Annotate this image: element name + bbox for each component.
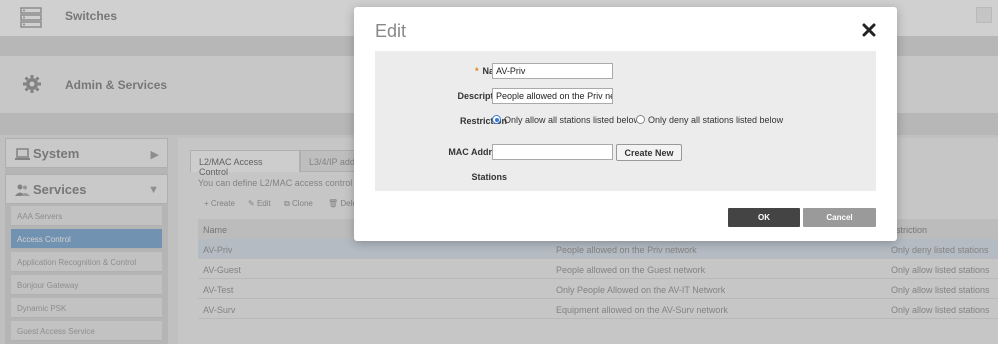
edit-form: *Name AV-Priv Description People allowed… xyxy=(375,51,876,191)
ok-button[interactable]: OK xyxy=(728,208,800,227)
name-field[interactable]: AV-Priv xyxy=(492,63,613,79)
description-field[interactable]: People allowed on the Priv net xyxy=(492,88,613,104)
radio-unselected-icon xyxy=(636,115,645,124)
stations-label: Stations xyxy=(471,172,507,182)
required-marker: * xyxy=(474,66,479,76)
mac-address-field[interactable] xyxy=(492,144,613,160)
radio-deny-listed[interactable]: Only deny all stations listed below xyxy=(636,115,783,125)
create-new-button[interactable]: Create New xyxy=(616,144,682,161)
radio-deny-label: Only deny all stations listed below xyxy=(648,115,784,125)
radio-allow-listed[interactable]: Only allow all stations listed below xyxy=(492,115,640,125)
radio-allow-label: Only allow all stations listed below xyxy=(504,115,641,125)
cancel-button[interactable]: Cancel xyxy=(803,208,876,227)
dialog-title: Edit xyxy=(375,21,407,41)
radio-selected-icon xyxy=(492,115,501,124)
close-icon[interactable] xyxy=(862,23,876,37)
edit-dialog: Edit *Name AV-Priv Description People al… xyxy=(354,7,897,241)
